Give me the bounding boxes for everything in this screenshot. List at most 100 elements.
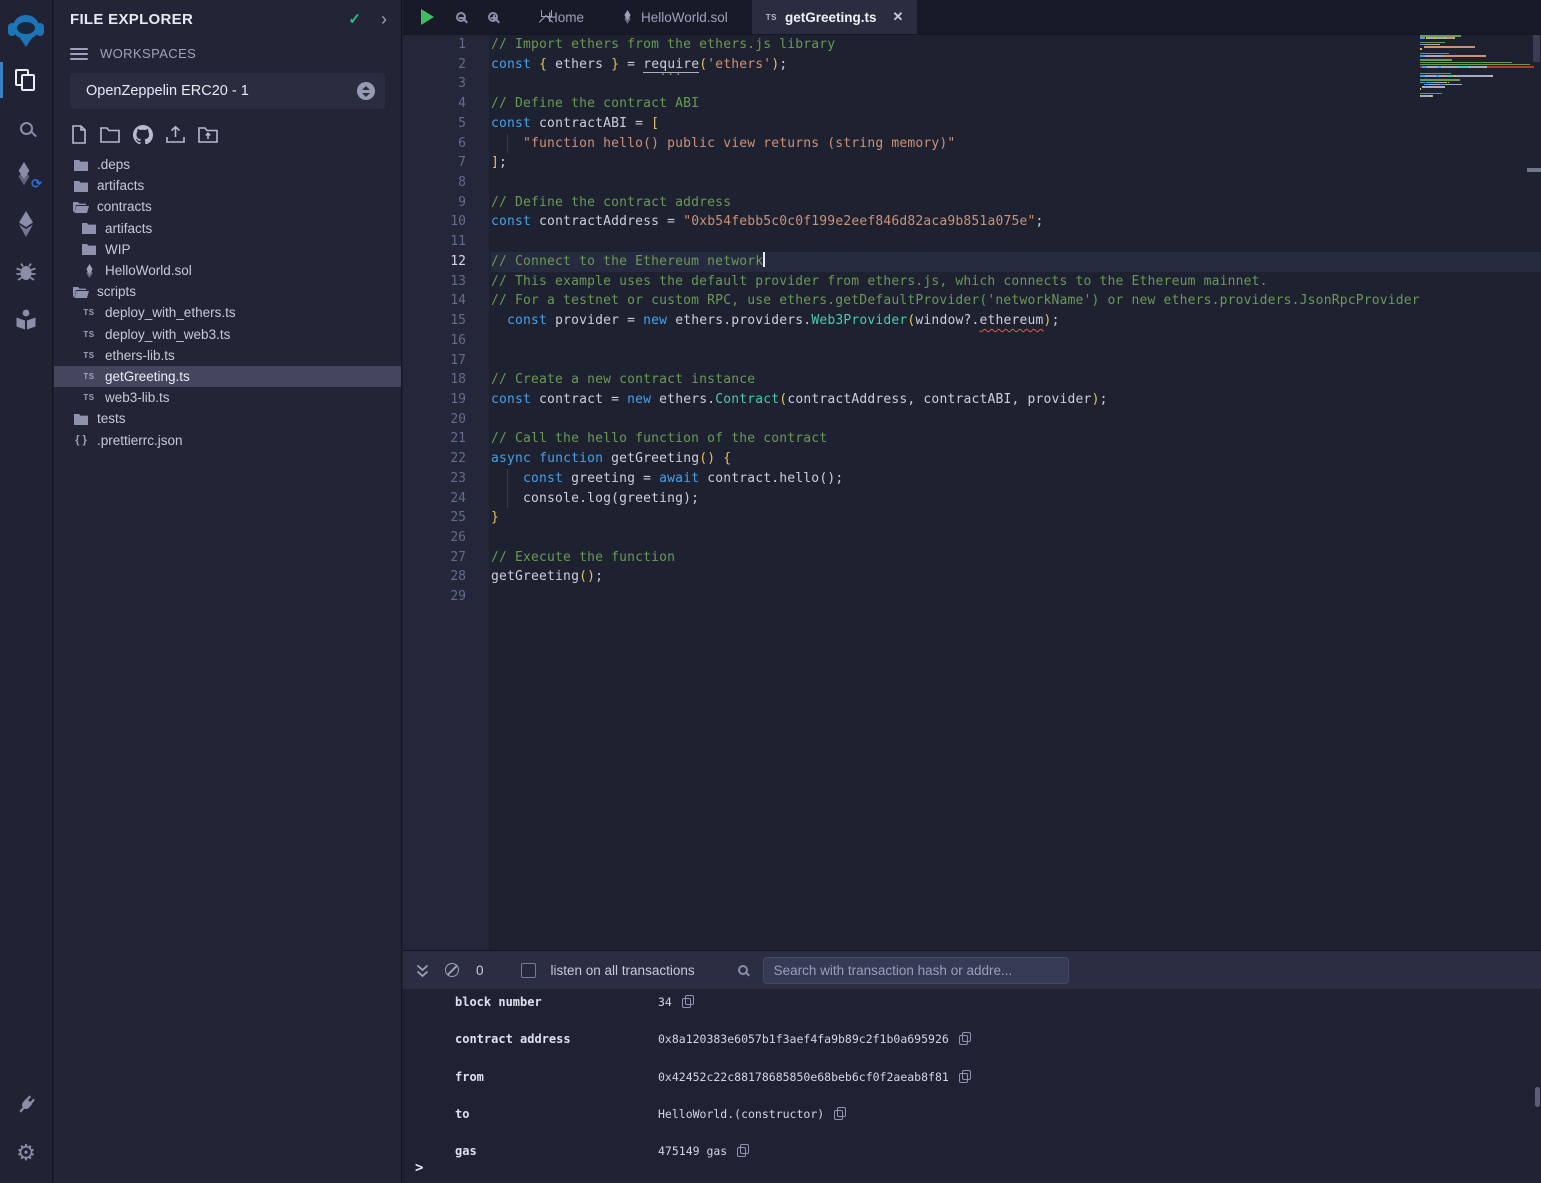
tree-item-label: deploy_with_web3.ts [105,327,230,342]
terminal-row-key: to [455,1107,658,1121]
collapse-terminal-button[interactable] [415,963,430,978]
github-clone-button[interactable] [133,125,153,144]
sidebar-item-learneth[interactable] [0,296,53,344]
tree-item-label: getGreeting.ts [105,369,190,384]
tab-Home[interactable]: Home [526,0,598,34]
tree-item-label: .prettierrc.json [97,433,183,448]
copy-icon[interactable] [737,1144,749,1157]
bug-icon [14,260,38,284]
solidity-icon [81,264,97,278]
run-script-button[interactable] [421,9,434,25]
folder-icon [81,243,97,255]
terminal-search-input[interactable] [763,957,1069,984]
code-line-18: // Create a new contract instance [491,370,1541,390]
line-number: 6 [403,134,489,154]
new-folder-button[interactable] [100,126,120,143]
remix-logo [9,13,43,49]
sidebar-item-file-explorer[interactable] [0,56,53,104]
sidebar-item-search[interactable] [0,104,53,152]
ts-icon: TS [766,13,777,22]
remix-logo-icon[interactable] [0,0,53,56]
tree-item-artifacts[interactable]: artifacts [54,175,401,196]
sidebar-item-debugger[interactable] [0,248,53,296]
new-file-button[interactable] [71,125,87,144]
sidebar-item-solidity-compiler[interactable]: ⟳ [0,152,53,200]
line-number: 5 [403,114,489,134]
tree-item-.prettierrc.json[interactable]: { }.prettierrc.json [54,429,401,450]
zoom-in-button[interactable] [488,12,498,22]
tree-item-getGreeting.ts[interactable]: TSgetGreeting.ts [54,366,401,387]
sidebar-item-plugin-manager[interactable] [0,1081,53,1129]
tree-item-label: deploy_with_ethers.ts [105,305,236,320]
tree-item-label: scripts [97,284,136,299]
code-line-13: // This example uses the default provide… [491,272,1541,292]
folder-icon [81,222,97,234]
tree-item-HelloWorld.sol[interactable]: HelloWorld.sol [54,260,401,281]
minimap[interactable] [1420,35,1534,99]
line-number: 18 [403,370,489,390]
tree-item-WIP[interactable]: WIP [54,239,401,260]
copy-icon[interactable] [834,1107,846,1120]
code-line-22: async function getGreeting() { [491,449,1541,469]
copy-icon[interactable] [682,995,694,1008]
tab-HelloWorld.sol[interactable]: HelloWorld.sol [608,0,742,34]
copy-icon[interactable] [959,1032,971,1045]
code-line-20 [491,410,1541,430]
tab-label: getGreeting.ts [785,10,877,25]
workspaces-label: WORKSPACES [100,46,196,61]
tree-item-tests[interactable]: tests [54,408,401,429]
upload-folder-button[interactable] [198,126,218,143]
code-line-16 [491,331,1541,351]
editor-scrollbar-thumb[interactable] [1533,35,1540,62]
sidebar-item-settings[interactable]: ⚙ [0,1129,53,1177]
tree-item-artifacts[interactable]: artifacts [54,218,401,239]
upload-file-button[interactable] [166,125,185,144]
line-number: 11 [403,232,489,252]
copy-icon[interactable] [959,1070,971,1083]
listen-transactions-checkbox[interactable] [521,963,536,978]
tree-item-deploy_with_ethers.ts[interactable]: TSdeploy_with_ethers.ts [54,302,401,323]
panel-title: FILE EXPLORER [70,11,348,28]
tree-item-ethers-lib.ts[interactable]: TSethers-lib.ts [54,345,401,366]
ts-icon: TS [81,330,97,339]
terminal-search-icon [738,965,748,975]
tree-item-contracts[interactable]: contracts [54,196,401,217]
tab-getGreeting.ts[interactable]: TS getGreeting.ts ✕ [752,0,918,34]
line-number: 4 [403,94,489,114]
tree-item-scripts[interactable]: scripts [54,281,401,302]
sidebar-item-deploy-and-run[interactable] [0,200,53,248]
gear-icon: ⚙ [16,1140,36,1166]
terminal-panel: 0 listen on all transactions block numbe… [403,950,1541,1183]
close-icon[interactable]: ✕ [893,9,904,25]
line-number: 1 [403,35,489,55]
terminal-row-key: gas [455,1144,658,1158]
code-line-5: const contractABI = [ [491,114,1541,134]
workspace-dropdown[interactable]: OpenZeppelin ERC20 - 1 [70,73,385,109]
tree-item-deploy_with_web3.ts[interactable]: TS deploy_with_web3.ts [54,324,401,345]
ethereum-icon [16,211,36,237]
code-editor[interactable]: // Import ethers from the ethers.js libr… [491,35,1541,950]
clear-console-icon[interactable] [445,963,459,977]
terminal-row: block number34 [403,992,1541,1029]
folder-icon [73,413,89,425]
line-number: 20 [403,410,489,430]
terminal-scrollbar-thumb[interactable] [1535,1087,1540,1107]
ts-icon: TS [81,393,97,402]
line-number: 7 [403,153,489,173]
chevron-right-icon[interactable]: › [381,12,387,26]
line-number: 26 [403,528,489,548]
tree-item-.deps[interactable]: .deps [54,154,401,175]
code-line-27: // Execute the function [491,548,1541,568]
line-number: 19 [403,390,489,410]
terminal-row: contract address0x8a120383e6057b1f3aef4f… [403,1029,1541,1066]
zoom-out-button[interactable] [456,12,466,22]
terminal-prompt[interactable]: > [415,1160,423,1176]
tree-item-web3-lib.ts[interactable]: TSweb3-lib.ts [54,387,401,408]
code-line-4: // Define the contract ABI [491,94,1541,114]
code-line-21: // Call the hello function of the contra… [491,429,1541,449]
line-number: 28 [403,567,489,587]
workspace-menu-icon[interactable] [70,48,88,60]
code-line-26 [491,528,1541,548]
code-line-25: } [491,508,1541,528]
tab-bar: Home HelloWorld.sol TS getGreeting.ts ✕ [403,0,1541,35]
